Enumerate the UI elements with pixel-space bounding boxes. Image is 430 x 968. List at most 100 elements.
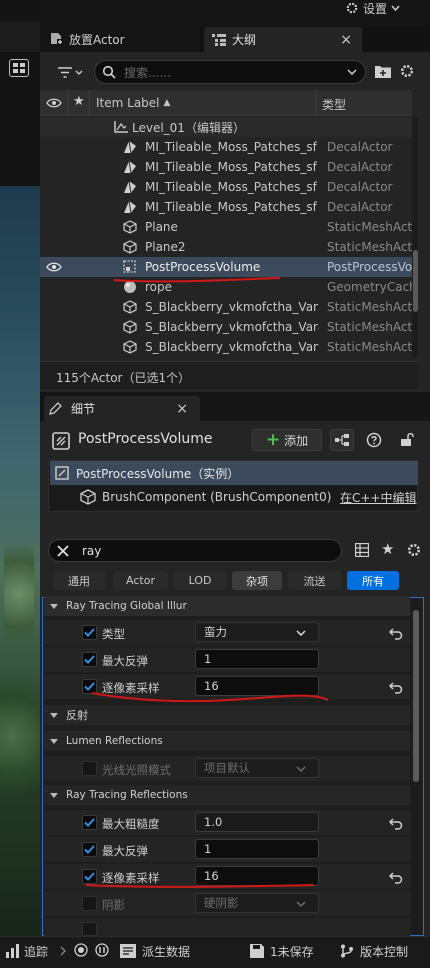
static-mesh-icon: [123, 320, 137, 334]
prop-max-bounce-field[interactable]: 1: [195, 649, 319, 669]
override-checkbox-max-bounce[interactable]: [82, 652, 97, 667]
section-lumen-reflections[interactable]: Lumen Reflections: [44, 731, 410, 751]
filter-tab[interactable]: 流送: [288, 571, 341, 590]
tab-details[interactable]: 细节 ×: [44, 396, 200, 421]
prop-type-dropdown[interactable]: 蛮力: [195, 622, 319, 642]
filter-tab[interactable]: Actor: [113, 571, 168, 590]
details-scrollbar-thumb[interactable]: [413, 610, 419, 782]
override-checkbox-max-roughness[interactable]: [82, 815, 97, 830]
decal-actor-icon: [124, 140, 136, 154]
outliner-row[interactable]: MI_Tileable_Moss_Patches_sf DecalActor: [40, 157, 412, 177]
prop-max-roughness-label: 最大粗糙度: [102, 817, 160, 831]
eye-icon[interactable]: [46, 262, 62, 272]
filter-tab[interactable]: 所有: [347, 571, 399, 590]
source-control-label: 版本控制: [360, 944, 409, 959]
reset-to-default-icon[interactable]: [389, 680, 403, 694]
outliner-item-label: MI_Tileable_Moss_Patches_sf: [145, 160, 317, 174]
outliner-row[interactable]: MI_Tileable_Moss_Patches_sf DecalActor: [40, 197, 412, 217]
help-icon[interactable]: [366, 432, 382, 448]
component-row[interactable]: BrushComponent (BrushComponent0) 在C++中编辑: [50, 486, 418, 508]
prop-lumen-mode-dropdown[interactable]: 项目默认: [195, 758, 319, 778]
outliner-row[interactable]: S_Blackberry_vkmofctha_Var9 StaticMeshAct: [40, 337, 412, 357]
prop-type-value: 蛮力: [204, 625, 227, 639]
eye-icon[interactable]: [46, 98, 62, 108]
details-search-input[interactable]: ray: [82, 544, 101, 558]
trace-button[interactable]: 追踪: [6, 942, 48, 960]
section-rt-reflections[interactable]: Ray Tracing Reflections: [44, 785, 410, 805]
outliner-item-label: MI_Tileable_Moss_Patches_sf: [145, 140, 317, 154]
outliner-row[interactable]: Plane StaticMeshAct: [40, 217, 412, 237]
filter-tab[interactable]: 通用: [53, 571, 105, 590]
level-row[interactable]: Level_01（编辑器）: [40, 117, 412, 137]
reset-to-default-icon[interactable]: [389, 626, 403, 640]
dropdown-arrow-icon[interactable]: [60, 946, 66, 956]
override-checkbox-shadows[interactable]: [82, 896, 97, 911]
add-component-button[interactable]: + 添加: [252, 429, 322, 451]
filter-tab[interactable]: 杂项: [232, 571, 282, 590]
gear-icon[interactable]: [399, 63, 415, 79]
viewport-panel[interactable]: [0, 0, 40, 936]
tab-place-actor[interactable]: 放置Actor: [40, 27, 200, 51]
column-type[interactable]: 类型: [322, 96, 346, 113]
outliner-row[interactable]: Plane2 StaticMeshAct: [40, 237, 412, 257]
favorites-star-icon[interactable]: ★: [381, 540, 394, 558]
override-checkbox-lumen-mode[interactable]: [82, 761, 97, 776]
override-checkbox-partial[interactable]: [82, 922, 97, 936]
add-label: 添加: [284, 433, 309, 448]
gear-icon[interactable]: [406, 542, 422, 558]
blueprint-button[interactable]: [330, 429, 354, 451]
static-mesh-icon: [123, 220, 137, 234]
outliner-scrollbar-thumb[interactable]: [413, 250, 418, 312]
prop-lumen-mode-value: 项目默认: [204, 761, 250, 775]
lock-icon[interactable]: [399, 431, 415, 447]
settings-button[interactable]: 设置: [345, 0, 400, 16]
post-process-volume-icon: [123, 260, 136, 273]
reset-to-default-icon[interactable]: [389, 870, 403, 884]
prop-max-roughness-field[interactable]: 1.0: [195, 812, 319, 832]
unsaved-button[interactable]: 1未保存: [250, 942, 314, 960]
clear-search-icon[interactable]: [56, 544, 70, 558]
table-view-icon[interactable]: [355, 543, 369, 557]
section-rt-reflections-label: Ray Tracing Reflections: [66, 789, 188, 801]
star-icon[interactable]: ★: [73, 94, 85, 109]
instance-row[interactable]: PostProcessVolume（实例）: [50, 461, 418, 485]
prop-shadows-dropdown[interactable]: 硬阴影: [195, 893, 319, 913]
outliner-row[interactable]: S_Blackberry_vkmofctha_Var4 StaticMeshAct: [40, 317, 412, 337]
edit-in-cpp-link[interactable]: 在C++中编辑: [340, 489, 417, 506]
prop-rt-max-bounce-label: 最大反弹: [102, 844, 148, 858]
outliner-item-label: S_Blackberry_vkmofctha_Var2: [145, 300, 319, 314]
override-checkbox-rt-max-bounce[interactable]: [82, 842, 97, 857]
pause-icon[interactable]: [95, 943, 109, 957]
filter-tab[interactable]: LOD: [174, 571, 226, 590]
column-item-label[interactable]: Item Label ▲: [96, 96, 170, 110]
outliner-search-input[interactable]: 搜索......: [124, 64, 171, 81]
details-search-box[interactable]: ray: [48, 539, 342, 562]
instance-label: PostProcessVolume（实例）: [76, 466, 240, 481]
outliner-row[interactable]: S_Blackberry_vkmofctha_Var2 StaticMeshAct: [40, 297, 412, 317]
filter-button[interactable]: [52, 62, 88, 82]
derived-data-button[interactable]: 派生数据: [120, 942, 190, 960]
outliner-search-box[interactable]: 搜索......: [94, 60, 366, 84]
decal-actor-icon: [124, 160, 136, 174]
outliner-row[interactable]: MI_Tileable_Moss_Patches_sf DecalActor: [40, 177, 412, 197]
reset-to-default-icon[interactable]: [389, 816, 403, 830]
section-rt-global-illumination[interactable]: Ray Tracing Global Illur: [44, 596, 410, 616]
outliner-item-type: DecalActor: [327, 160, 393, 174]
outliner-row[interactable]: MI_Tileable_Moss_Patches_sf DecalActor: [40, 137, 412, 157]
derived-data-label: 派生数据: [142, 944, 191, 959]
tab-outliner-close-icon[interactable]: ×: [340, 32, 352, 48]
outliner-scrollbar-track[interactable]: [412, 117, 418, 357]
prop-rt-max-bounce-field[interactable]: 1: [195, 839, 319, 859]
viewport-layout-icon[interactable]: [9, 59, 29, 77]
record-icon[interactable]: [74, 943, 88, 957]
chevron-down-icon[interactable]: [347, 69, 357, 75]
section-reflection[interactable]: 反射: [44, 705, 410, 725]
trace-icon: [6, 944, 19, 958]
outliner-item-type: PostProcessVo: [327, 260, 412, 274]
tab-details-close-icon[interactable]: ×: [176, 401, 188, 417]
source-control-button[interactable]: 版本控制: [340, 942, 408, 960]
override-checkbox-type[interactable]: [82, 625, 97, 640]
pencil-icon: [49, 401, 62, 415]
add-folder-icon[interactable]: [375, 64, 391, 78]
tab-outliner[interactable]: 大纲 ×: [204, 27, 362, 52]
